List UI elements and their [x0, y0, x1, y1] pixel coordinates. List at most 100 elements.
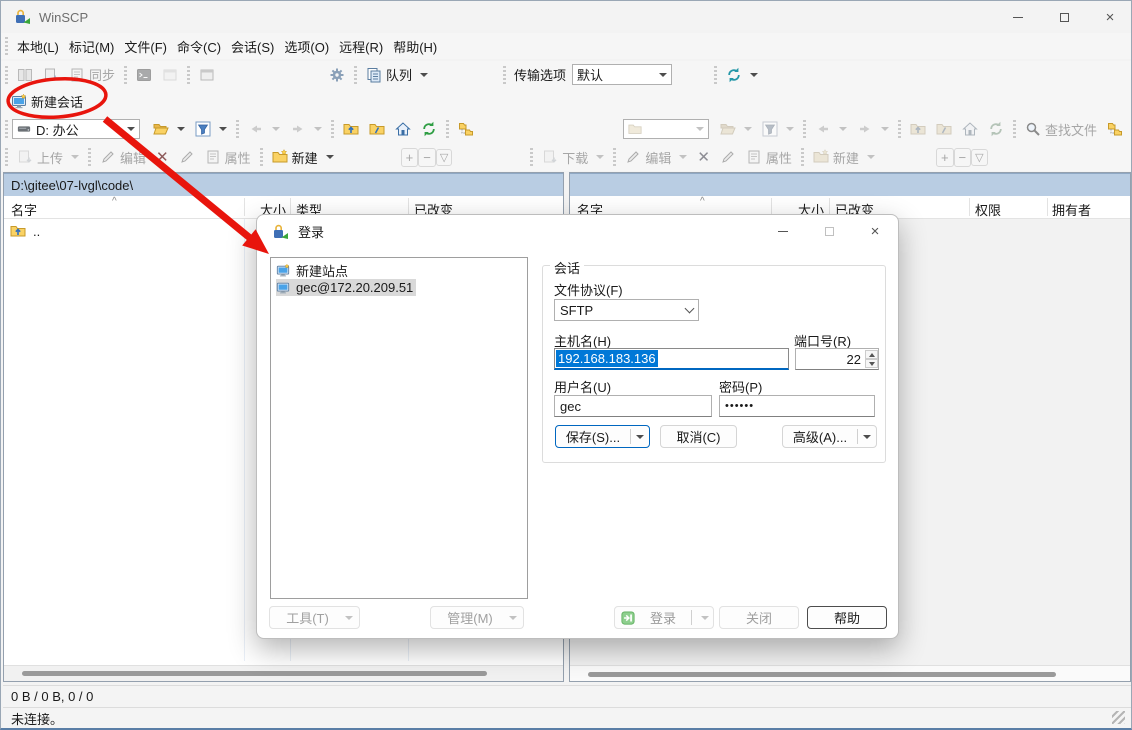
edit-button[interactable]: 编辑 — [95, 145, 151, 170]
transfer-settings-button[interactable] — [721, 64, 763, 86]
advanced-dropdown[interactable] — [858, 435, 876, 439]
remote-select-remove-button[interactable]: − — [954, 148, 972, 167]
column-header-name[interactable]: 名字 — [11, 200, 37, 219]
remote-delete-icon[interactable]: ✕ — [692, 145, 715, 169]
remote-root-directory-button[interactable] — [931, 118, 957, 140]
remote-horizontal-scrollbar[interactable] — [570, 665, 1130, 681]
remote-directory-combobox[interactable] — [623, 119, 709, 139]
rename-icon[interactable] — [174, 146, 200, 168]
remote-select-add-button[interactable]: + — [936, 148, 954, 167]
remote-refresh-button[interactable] — [983, 118, 1009, 140]
site-item-new[interactable]: 新建站点 — [273, 262, 525, 279]
new-button[interactable]: 新建 — [267, 145, 339, 170]
remote-properties-button[interactable]: 属性 — [741, 145, 797, 170]
root-directory-button[interactable] — [364, 118, 390, 140]
delete-icon[interactable]: ✕ — [151, 145, 174, 169]
open-directory-button[interactable] — [148, 118, 190, 140]
protocol-combobox[interactable]: SFTP — [554, 299, 699, 321]
dialog-close-button[interactable]: × — [852, 216, 898, 248]
local-horizontal-scrollbar[interactable] — [4, 665, 563, 681]
site-item-saved[interactable]: gec@172.20.209.51 — [273, 279, 525, 296]
remote-rename-icon[interactable] — [715, 146, 741, 168]
menu-file[interactable]: 文件(F) — [119, 34, 172, 59]
menu-remote[interactable]: 远程(R) — [334, 34, 388, 59]
port-spin-up[interactable] — [865, 350, 878, 359]
column-header-permissions[interactable]: 权限 — [975, 200, 1001, 219]
select-all-button[interactable]: ▽ — [436, 149, 452, 166]
new-label: 新建 — [292, 148, 318, 167]
port-input[interactable]: 22 — [795, 348, 879, 370]
remote-back-button[interactable] — [810, 118, 852, 140]
download-button[interactable]: 下载 — [537, 145, 609, 170]
select-remove-button[interactable]: − — [418, 148, 436, 167]
save-dropdown[interactable] — [631, 435, 649, 439]
refresh-button[interactable] — [416, 118, 442, 140]
parent-directory-button[interactable] — [338, 118, 364, 140]
minimize-button[interactable] — [995, 2, 1041, 32]
manage-button[interactable]: 管理(M) — [430, 606, 524, 629]
remote-filter-button[interactable] — [757, 118, 799, 140]
remote-edit-button[interactable]: 编辑 — [620, 145, 692, 170]
back-button[interactable] — [243, 118, 285, 140]
preferences-button[interactable] — [324, 64, 350, 86]
column-header-owner[interactable]: 拥有者 — [1052, 200, 1091, 219]
login-split-button[interactable]: 登录 — [614, 606, 714, 629]
upload-button[interactable]: 上传 — [12, 145, 84, 170]
remote-select-all-button[interactable]: ▽ — [971, 149, 987, 166]
forward-button[interactable] — [285, 118, 327, 140]
login-dropdown[interactable] — [697, 616, 713, 620]
menu-bar: 本地(L) 标记(M) 文件(F) 命令(C) 会话(S) 选项(O) 远程(R… — [1, 33, 1132, 59]
close-session-button[interactable]: 关闭 — [719, 606, 799, 629]
close-button[interactable]: × — [1087, 2, 1132, 32]
tree-view-button[interactable] — [453, 118, 479, 140]
remote-new-button[interactable]: 新建 — [808, 145, 880, 170]
home-directory-button[interactable] — [390, 118, 416, 140]
transfer-options-combobox[interactable]: 默认 — [572, 64, 672, 85]
menu-local[interactable]: 本地(L) — [12, 34, 64, 59]
queue-button[interactable]: 队列 — [361, 62, 433, 87]
tools-button[interactable]: 工具(T) — [269, 606, 360, 629]
compare-dirs-button[interactable] — [38, 64, 64, 86]
putty-button[interactable] — [157, 64, 183, 86]
swap-panels-button[interactable] — [12, 64, 38, 86]
find-files-button[interactable]: 查找文件 — [1020, 117, 1102, 142]
remote-home-directory-button[interactable] — [957, 118, 983, 140]
menu-options[interactable]: 选项(O) — [279, 34, 334, 59]
cancel-button[interactable]: 取消(C) — [660, 425, 737, 448]
select-add-button[interactable]: + — [401, 148, 419, 167]
save-split-button[interactable]: 保存(S)... — [555, 425, 650, 448]
synchronize-browsing-button[interactable] — [1102, 118, 1128, 140]
host-input[interactable]: 192.168.183.136 — [554, 348, 789, 370]
menu-mark[interactable]: 标记(M) — [64, 34, 120, 59]
scrollbar-thumb[interactable] — [22, 671, 487, 676]
scrollbar-thumb[interactable] — [588, 672, 1056, 677]
dialog-title: 登录 — [298, 222, 324, 241]
menu-command[interactable]: 命令(C) — [172, 34, 226, 59]
advanced-split-button[interactable]: 高级(A)... — [782, 425, 877, 448]
properties-button[interactable]: 属性 — [200, 145, 256, 170]
dialog-maximize-button[interactable] — [806, 216, 852, 248]
remote-open-directory-button[interactable] — [715, 118, 757, 140]
filter-button[interactable] — [190, 118, 232, 140]
maximize-button[interactable] — [1041, 2, 1087, 32]
help-button[interactable]: 帮助 — [807, 606, 887, 629]
dialog-minimize-button[interactable] — [760, 216, 806, 248]
menu-session[interactable]: 会话(S) — [226, 34, 279, 59]
connection-status: 未连接。 — [11, 709, 63, 728]
dialog-title-bar: 登录 × — [257, 215, 898, 248]
console-button[interactable] — [131, 64, 157, 86]
drive-combobox[interactable]: D: 办公 — [12, 119, 140, 139]
explorer-button[interactable] — [194, 64, 220, 86]
resize-grip[interactable] — [1112, 711, 1125, 724]
local-path-bar[interactable]: D:\gitee\07-lvgl\code\ — [4, 173, 563, 196]
menu-help[interactable]: 帮助(H) — [388, 34, 442, 59]
remote-forward-button[interactable] — [852, 118, 894, 140]
new-session-button[interactable]: 新建会话 — [6, 89, 88, 114]
synchronize-button[interactable]: 同步 — [64, 62, 120, 87]
password-input[interactable]: •••••• — [719, 395, 875, 417]
username-input[interactable]: gec — [554, 395, 712, 417]
remote-path-bar[interactable] — [570, 173, 1130, 196]
remote-parent-directory-button[interactable] — [905, 118, 931, 140]
sort-ascending-icon: ^ — [112, 196, 117, 207]
port-spin-down[interactable] — [865, 359, 878, 368]
